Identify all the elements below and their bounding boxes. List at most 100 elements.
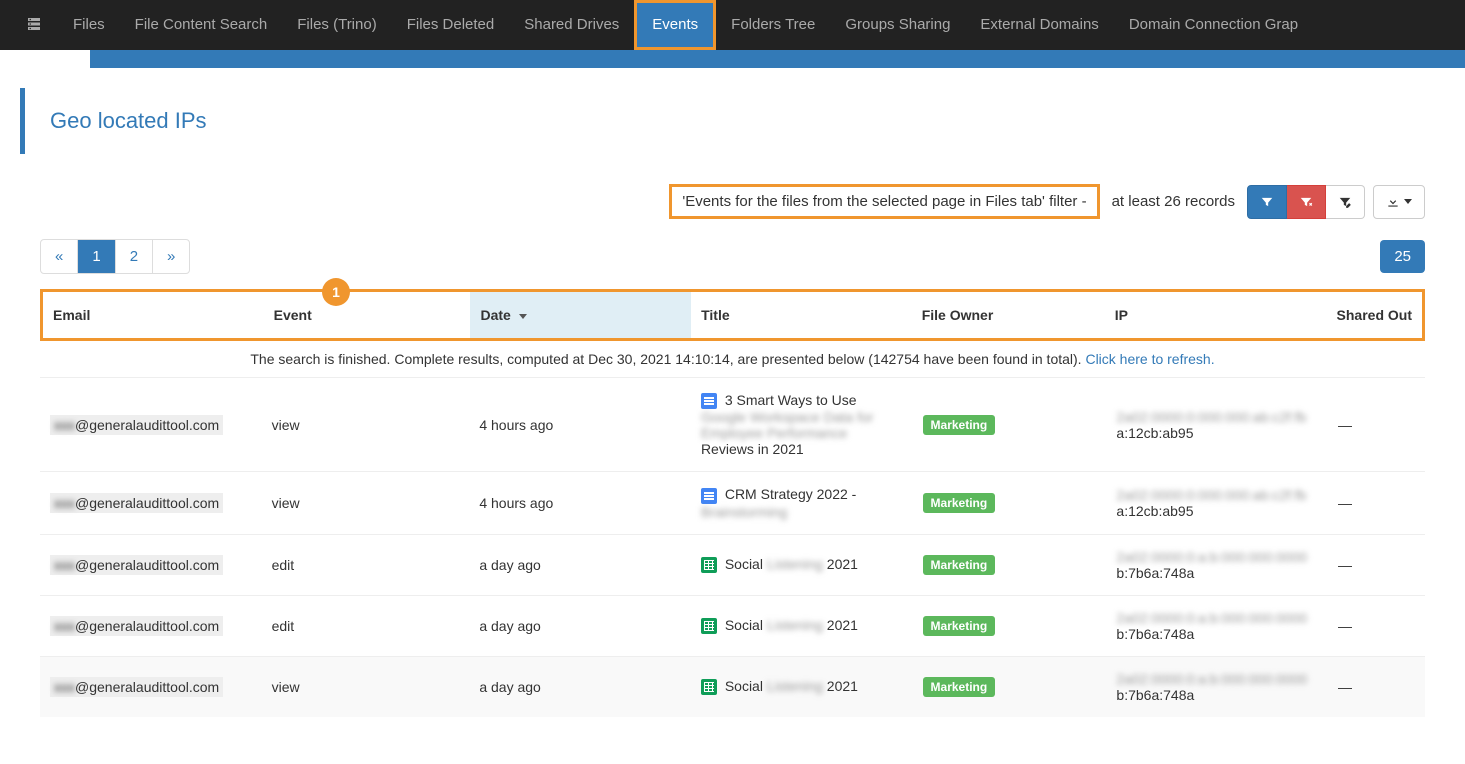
page-size-select[interactable]: 25 <box>1380 240 1425 273</box>
table-header-highlight: 1 Email Event Date Title File Owner IP S… <box>40 289 1425 341</box>
top-nav: Files File Content Search Files (Trino) … <box>0 0 1465 50</box>
cell-shared-out: — <box>1328 656 1425 717</box>
cell-title: Social Listening 2021 <box>691 534 913 595</box>
cell-ip: 2a02:0000:0:a:b:000:000:0000b:7b6a:748a <box>1106 656 1328 717</box>
cell-ip: 2a02:0000:0:000:000:ab:c2f:fba:12cb:ab95 <box>1106 378 1328 472</box>
owner-badge: Marketing <box>923 616 996 636</box>
pagination-next[interactable]: » <box>153 240 189 273</box>
nav-tab-files[interactable]: Files <box>58 0 120 50</box>
section-title: Geo located IPs <box>50 108 1420 134</box>
nav-tab-external-domains[interactable]: External Domains <box>965 0 1113 50</box>
cell-date: a day ago <box>469 595 691 656</box>
table-row: xxx@generalaudittool.comview4 hours ago … <box>40 378 1425 472</box>
nav-tab-events[interactable]: Events <box>634 0 716 50</box>
nav-tab-file-content-search[interactable]: File Content Search <box>120 0 283 50</box>
cell-title: Social Listening 2021 <box>691 656 913 717</box>
cell-event: view <box>262 472 470 534</box>
pagination: « 1 2 » <box>40 239 190 274</box>
cell-email: xxx@generalaudittool.com <box>40 595 262 656</box>
cell-event: edit <box>262 534 470 595</box>
cell-owner: Marketing <box>913 656 1107 717</box>
sub-bar <box>90 50 1465 68</box>
nav-tab-shared-drives[interactable]: Shared Drives <box>509 0 634 50</box>
filter-button[interactable] <box>1247 185 1287 219</box>
search-summary: The search is finished. Complete results… <box>40 341 1425 377</box>
pagination-page-1[interactable]: 1 <box>78 240 115 273</box>
pagination-prev[interactable]: « <box>41 240 78 273</box>
applied-filter-label: 'Events for the files from the selected … <box>669 184 1099 219</box>
email-value: xxx@generalaudittool.com <box>50 493 223 513</box>
cell-shared-out: — <box>1328 472 1425 534</box>
email-value: xxx@generalaudittool.com <box>50 677 223 697</box>
cell-ip: 2a02:0000:0:000:000:ab:c2f:fba:12cb:ab95 <box>1106 472 1328 534</box>
cell-email: xxx@generalaudittool.com <box>40 534 262 595</box>
cell-shared-out: — <box>1328 378 1425 472</box>
col-header-date[interactable]: Date <box>470 292 691 338</box>
clear-filter-button[interactable] <box>1287 185 1326 219</box>
pagination-row: « 1 2 » 25 <box>20 239 1445 289</box>
table-row: xxx@generalaudittool.com viewa day ago So… <box>40 656 1425 717</box>
filter-edit-button[interactable] <box>1326 185 1365 219</box>
cell-owner: Marketing <box>913 534 1107 595</box>
sheet-file-icon <box>701 557 717 573</box>
cell-date: a day ago <box>469 534 691 595</box>
filter-icon <box>1260 195 1274 209</box>
cell-ip: 2a02:0000:0:a:b:000:000:0000b:7b6a:748a <box>1106 595 1328 656</box>
doc-file-icon <box>701 488 717 504</box>
search-summary-text: The search is finished. Complete results… <box>250 351 1085 367</box>
email-value: xxx@generalaudittool.com <box>50 415 223 435</box>
events-table: Email Event Date Title File Owner IP Sha… <box>43 292 1422 338</box>
table-row: xxx@generalaudittool.com edita day ago So… <box>40 534 1425 595</box>
filter-bar: 'Events for the files from the selected … <box>20 184 1445 239</box>
col-header-title[interactable]: Title <box>691 292 912 338</box>
nav-tab-groups-sharing[interactable]: Groups Sharing <box>830 0 965 50</box>
filter-clear-icon <box>1299 195 1313 209</box>
sheet-file-icon <box>701 679 717 695</box>
filter-button-group <box>1247 185 1365 219</box>
records-count-text: at least 26 records <box>1108 193 1239 210</box>
nav-tab-files-trino[interactable]: Files (Trino) <box>282 0 391 50</box>
sheet-file-icon <box>701 618 717 634</box>
col-header-shared-out[interactable]: Shared Out <box>1325 292 1422 338</box>
cell-owner: Marketing <box>913 595 1107 656</box>
events-table-body: xxx@generalaudittool.comview4 hours ago … <box>40 377 1425 717</box>
doc-file-icon <box>701 393 717 409</box>
email-value: xxx@generalaudittool.com <box>50 616 223 636</box>
download-button[interactable] <box>1373 185 1425 219</box>
col-header-email[interactable]: Email <box>43 292 264 338</box>
refresh-link[interactable]: Click here to refresh. <box>1085 351 1214 367</box>
filter-edit-icon <box>1338 195 1352 209</box>
col-header-event[interactable]: Event <box>264 292 471 338</box>
nav-tab-files-deleted[interactable]: Files Deleted <box>392 0 510 50</box>
cell-shared-out: — <box>1328 595 1425 656</box>
owner-badge: Marketing <box>923 493 996 513</box>
cell-date: 4 hours ago <box>469 472 691 534</box>
email-value: xxx@generalaudittool.com <box>50 555 223 575</box>
pagination-page-2[interactable]: 2 <box>116 240 153 273</box>
cell-ip: 2a02:0000:0:a:b:000:000:0000b:7b6a:748a <box>1106 534 1328 595</box>
col-header-date-label: Date <box>480 307 510 323</box>
cell-date: a day ago <box>469 656 691 717</box>
owner-badge: Marketing <box>923 555 996 575</box>
nav-tab-folders-tree[interactable]: Folders Tree <box>716 0 830 50</box>
cell-event: view <box>262 378 470 472</box>
sort-desc-icon <box>519 314 527 319</box>
cell-email: xxx@generalaudittool.com <box>40 378 262 472</box>
cell-title: 3 Smart Ways to UseGoogle Workspace Data… <box>691 378 913 472</box>
owner-badge: Marketing <box>923 415 996 435</box>
table-row: xxx@generalaudittool.com edita day ago So… <box>40 595 1425 656</box>
download-icon <box>1386 195 1400 209</box>
table-row: xxx@generalaudittool.comview4 hours ago … <box>40 472 1425 534</box>
cell-date: 4 hours ago <box>469 378 691 472</box>
cell-email: xxx@generalaudittool.com <box>40 656 262 717</box>
cell-owner: Marketing <box>913 472 1107 534</box>
annotation-badge-1: 1 <box>322 278 350 306</box>
cell-event: edit <box>262 595 470 656</box>
cell-event: view <box>262 656 470 717</box>
section-title-box: Geo located IPs <box>20 88 1445 154</box>
nav-tab-domain-connection-graph[interactable]: Domain Connection Grap <box>1114 0 1313 50</box>
cell-title: Social Listening 2021 <box>691 595 913 656</box>
owner-badge: Marketing <box>923 677 996 697</box>
col-header-owner[interactable]: File Owner <box>912 292 1105 338</box>
col-header-ip[interactable]: IP <box>1105 292 1326 338</box>
